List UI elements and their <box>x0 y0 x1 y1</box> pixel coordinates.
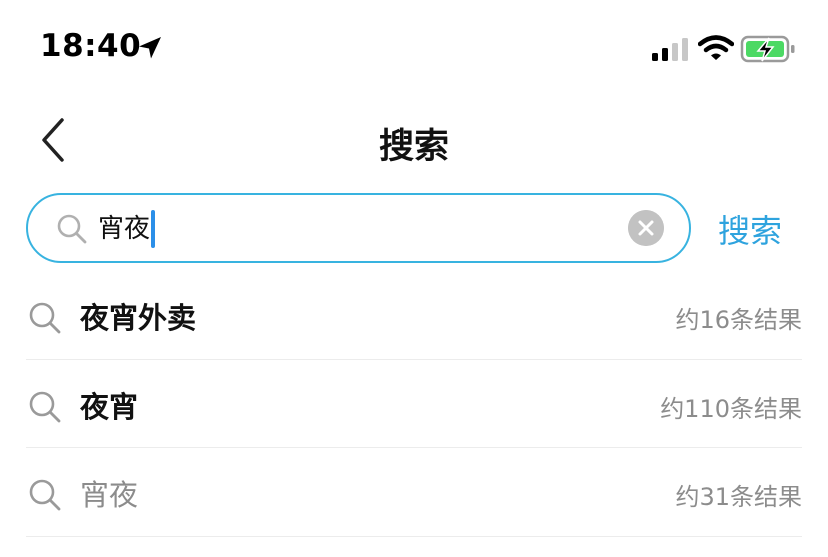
search-button[interactable]: 搜索 <box>718 206 782 252</box>
search-input[interactable]: 宵夜 <box>98 207 156 251</box>
suggestion-count: 约16条结果 <box>675 306 802 334</box>
suggestion-text: 宵夜 <box>80 478 139 512</box>
clear-input-icon[interactable] <box>628 210 664 246</box>
suggestion-count: 约110条结果 <box>660 394 802 423</box>
page-title: 搜索 <box>378 127 449 167</box>
location-arrow-icon <box>139 37 161 59</box>
signal-icon <box>652 38 688 61</box>
suggestion-text: 夜宵 <box>80 389 139 424</box>
search-icon <box>29 391 61 422</box>
status-time: 18:40 <box>40 28 142 64</box>
search-input-value: 宵夜 <box>98 214 151 244</box>
wifi-icon <box>698 35 734 60</box>
suggestion-item[interactable]: 夜宵外卖 约16条结果 <box>26 271 802 360</box>
text-caret <box>151 210 156 248</box>
suggestion-text: 夜宵外卖 <box>80 301 197 335</box>
search-icon <box>29 479 61 511</box>
search-screen: 18:40 搜索 宵夜 搜索 夜宵外卖 约16条结果 夜宵 约110条结果 宵夜… <box>0 0 828 557</box>
search-icon <box>57 214 87 244</box>
suggestion-count: 约31条结果 <box>675 483 802 511</box>
search-icon <box>29 302 61 334</box>
suggestion-item[interactable]: 夜宵 约110条结果 <box>26 360 802 448</box>
status-bar: 18:40 <box>0 0 828 96</box>
suggestion-list: 夜宵外卖 约16条结果 夜宵 约110条结果 宵夜 约31条结果 <box>26 271 802 537</box>
battery-charging-icon <box>740 35 795 63</box>
search-field[interactable]: 宵夜 <box>26 193 691 263</box>
suggestion-item[interactable]: 宵夜 约31条结果 <box>26 448 802 537</box>
